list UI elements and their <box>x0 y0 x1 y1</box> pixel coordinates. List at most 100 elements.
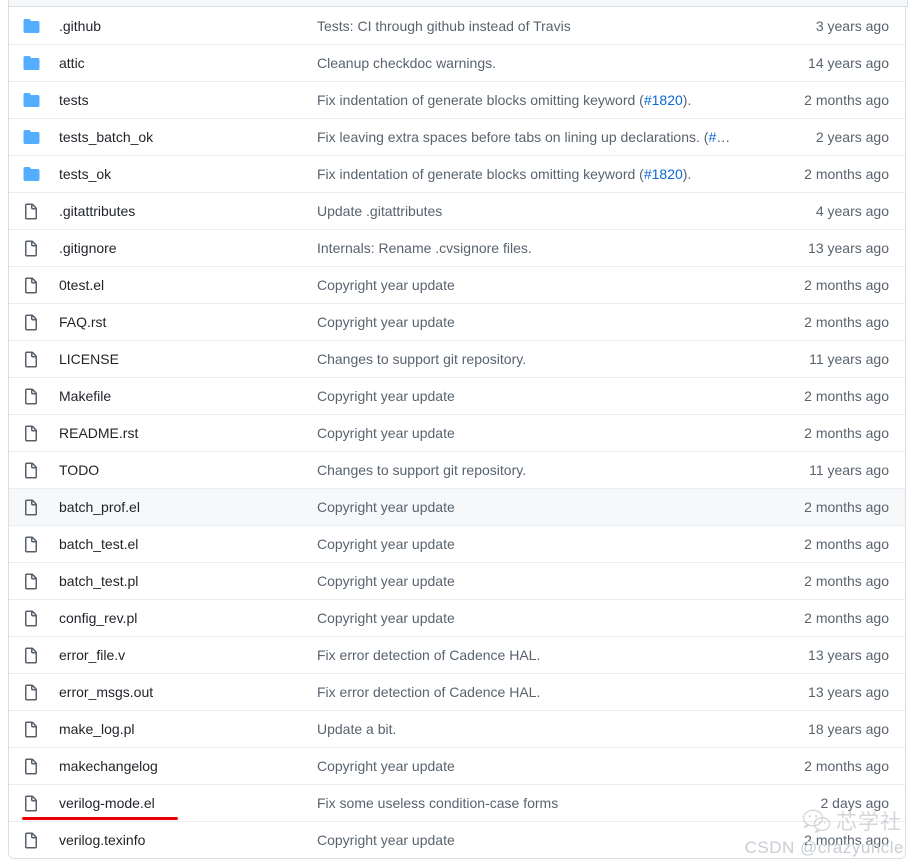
row-name[interactable]: LICENSE <box>59 351 317 367</box>
row-age: 14 years ago <box>808 55 889 71</box>
table-row[interactable]: make_log.pl Update a bit. 18 years ago <box>9 710 905 747</box>
table-row[interactable]: attic Cleanup checkdoc warnings. 14 years … <box>9 44 905 81</box>
table-row[interactable]: tests Fix indentation of generate blocks … <box>9 81 905 118</box>
row-name-link[interactable]: error_msgs.out <box>59 684 153 700</box>
table-row[interactable]: TODO Changes to support git repository. 11… <box>9 451 905 488</box>
row-commit-message[interactable]: Fix indentation of generate blocks omitt… <box>317 166 749 182</box>
row-commit-message[interactable]: Copyright year update <box>317 425 749 441</box>
row-name-link[interactable]: README.rst <box>59 425 138 441</box>
row-name[interactable]: error_file.v <box>59 647 317 663</box>
issue-link[interactable]: #1820 <box>644 166 683 182</box>
row-name[interactable]: batch_test.el <box>59 536 317 552</box>
row-name-link[interactable]: .github <box>59 18 101 34</box>
row-commit-message[interactable]: Changes to support git repository. <box>317 351 749 367</box>
row-commit-message[interactable]: Copyright year update <box>317 499 749 515</box>
row-name-link[interactable]: 0test.el <box>59 277 104 293</box>
row-name[interactable]: .github <box>59 18 317 34</box>
row-name-link[interactable]: .gitignore <box>59 240 117 256</box>
row-name[interactable]: TODO <box>59 462 317 478</box>
row-name[interactable]: Makefile <box>59 388 317 404</box>
row-name-link[interactable]: Makefile <box>59 388 111 404</box>
row-name-link[interactable]: tests_batch_ok <box>59 129 153 145</box>
row-name[interactable]: batch_test.pl <box>59 573 317 589</box>
row-commit-message[interactable]: Copyright year update <box>317 758 749 774</box>
row-name-link[interactable]: batch_prof.el <box>59 499 140 515</box>
row-name[interactable]: make_log.pl <box>59 721 317 737</box>
table-row[interactable]: tests_ok Fix indentation of generate bloc… <box>9 155 905 192</box>
row-name-link[interactable]: tests <box>59 92 89 108</box>
row-folder-icon-cell <box>9 92 59 108</box>
table-row[interactable]: error_msgs.out Fix error detection of Cad… <box>9 673 905 710</box>
row-name[interactable]: tests_batch_ok <box>59 129 317 145</box>
table-row[interactable]: batch_test.pl Copyright year update 2 mont… <box>9 562 905 599</box>
row-name-link[interactable]: tests_ok <box>59 166 111 182</box>
row-name[interactable]: attic <box>59 55 317 71</box>
row-name-link[interactable]: verilog-mode.el <box>59 795 155 811</box>
row-name[interactable]: makechangelog <box>59 758 317 774</box>
table-row[interactable]: README.rst Copyright year update 2 months … <box>9 414 905 451</box>
row-commit-message[interactable]: Internals: Rename .cvsignore files. <box>317 240 749 256</box>
row-commit-message[interactable]: Fix leaving extra spaces before tabs on … <box>317 129 749 145</box>
row-name[interactable]: verilog-mode.el <box>59 795 317 811</box>
row-commit-message[interactable]: Fix error detection of Cadence HAL. <box>317 684 749 700</box>
row-name[interactable]: tests <box>59 92 317 108</box>
table-row[interactable]: batch_prof.el Copyright year update 2 mont… <box>9 488 905 525</box>
row-name[interactable]: error_msgs.out <box>59 684 317 700</box>
row-name-link[interactable]: makechangelog <box>59 758 158 774</box>
row-commit-message[interactable]: Changes to support git repository. <box>317 462 749 478</box>
row-name-link[interactable]: .gitattributes <box>59 203 135 219</box>
row-file-icon-cell <box>9 536 59 553</box>
row-name[interactable]: config_rev.pl <box>59 610 317 626</box>
table-row[interactable]: Makefile Copyright year update 2 months ag… <box>9 377 905 414</box>
table-row[interactable]: error_file.v Fix error detection of Caden… <box>9 636 905 673</box>
row-commit-message[interactable]: Copyright year update <box>317 610 749 626</box>
issue-link[interactable]: #1820 <box>644 92 683 108</box>
row-name-link[interactable]: config_rev.pl <box>59 610 137 626</box>
table-row[interactable]: FAQ.rst Copyright year update 2 months ago <box>9 303 905 340</box>
table-row[interactable]: .github Tests: CI through github instead … <box>9 7 905 44</box>
row-commit-message[interactable]: Update a bit. <box>317 721 749 737</box>
row-commit-message[interactable]: Copyright year update <box>317 314 749 330</box>
row-name[interactable]: .gitattributes <box>59 203 317 219</box>
row-name-link[interactable]: FAQ.rst <box>59 314 106 330</box>
table-row[interactable]: tests_batch_ok Fix leaving extra spaces b… <box>9 118 905 155</box>
row-name-link[interactable]: make_log.pl <box>59 721 135 737</box>
row-name[interactable]: batch_prof.el <box>59 499 317 515</box>
row-name[interactable]: .gitignore <box>59 240 317 256</box>
row-commit-message[interactable]: Copyright year update <box>317 573 749 589</box>
row-commit-message[interactable]: Copyright year update <box>317 388 749 404</box>
table-row[interactable]: verilog-mode.el Fix some useless conditio… <box>9 784 905 821</box>
row-commit-message[interactable]: Fix some useless condition-case forms <box>317 795 749 811</box>
row-commit-message[interactable]: Copyright year update <box>317 277 749 293</box>
row-name[interactable]: tests_ok <box>59 166 317 182</box>
row-name[interactable]: 0test.el <box>59 277 317 293</box>
row-commit-message[interactable]: Cleanup checkdoc warnings. <box>317 55 749 71</box>
row-name-link[interactable]: verilog.texinfo <box>59 832 145 848</box>
table-row[interactable]: batch_test.el Copyright year update 2 mont… <box>9 525 905 562</box>
row-commit-message[interactable]: Fix error detection of Cadence HAL. <box>317 647 749 663</box>
row-name-link[interactable]: batch_test.pl <box>59 573 138 589</box>
row-name[interactable]: verilog.texinfo <box>59 832 317 848</box>
table-row[interactable]: makechangelog Copyright year update 2 mont… <box>9 747 905 784</box>
table-row[interactable]: 0test.el Copyright year update 2 months ag… <box>9 266 905 303</box>
row-commit-message[interactable]: Update .gitattributes <box>317 203 749 219</box>
row-commit-message[interactable]: Fix indentation of generate blocks omitt… <box>317 92 749 108</box>
issue-link[interactable]: #1723 <box>708 129 747 145</box>
row-commit-message[interactable]: Copyright year update <box>317 832 749 848</box>
file-icon <box>23 684 39 701</box>
row-name-link[interactable]: LICENSE <box>59 351 119 367</box>
table-row[interactable]: .gitattributes Update .gitattributes 4 yea… <box>9 192 905 229</box>
row-name[interactable]: FAQ.rst <box>59 314 317 330</box>
row-commit-message[interactable]: Copyright year update <box>317 536 749 552</box>
table-row[interactable]: verilog.texinfo Copyright year update 2 mo… <box>9 821 905 858</box>
table-row[interactable]: LICENSE Changes to support git repository… <box>9 340 905 377</box>
row-name[interactable]: README.rst <box>59 425 317 441</box>
row-name-link[interactable]: attic <box>59 55 85 71</box>
table-row[interactable]: config_rev.pl Copyright year update 2 mont… <box>9 599 905 636</box>
row-name-link[interactable]: error_file.v <box>59 647 125 663</box>
row-commit-message[interactable]: Tests: CI through github instead of Trav… <box>317 18 749 34</box>
row-name-link[interactable]: batch_test.el <box>59 536 138 552</box>
file-icon <box>23 610 39 627</box>
row-name-link[interactable]: TODO <box>59 462 99 478</box>
table-row[interactable]: .gitignore Internals: Rename .cvsignore f… <box>9 229 905 266</box>
